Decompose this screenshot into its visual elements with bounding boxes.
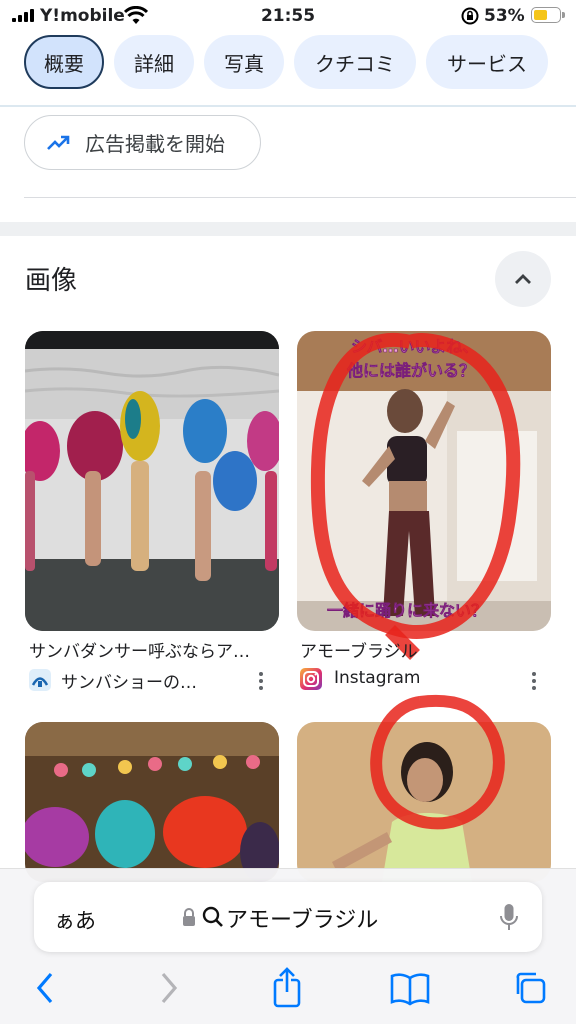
collapse-button[interactable] [495,251,551,307]
lock-icon [183,908,195,926]
rotation-lock-icon [461,7,479,25]
image-source[interactable]: Instagram [334,668,421,688]
image-caption[interactable]: サンバダンサー呼ぶならア… [29,637,271,662]
tab-details[interactable]: 詳細 [114,35,194,89]
start-advertising-label: 広告掲載を開始 [85,132,225,156]
forward-icon[interactable] [158,970,180,1006]
tab-reviews[interactable]: クチコミ [294,35,416,89]
red-annotation-circle [370,694,505,830]
more-options-icon[interactable] [259,672,263,693]
chevron-up-icon [515,274,531,284]
divider [0,105,576,107]
battery-percent: 53% [484,6,525,26]
instagram-icon [300,668,322,690]
trending-up-icon [47,135,70,150]
url-text[interactable]: アモーブラジル [226,902,378,934]
place-tabs: 概要 詳細 写真 クチコミ サービス [24,35,548,89]
tab-photos[interactable]: 写真 [204,35,284,89]
page-settings-button[interactable]: ぁあ [54,905,96,935]
tab-overview[interactable]: 概要 [24,35,104,89]
share-icon[interactable] [272,966,302,1008]
samba-dancers-photo [25,331,279,631]
microphone-icon[interactable] [499,903,519,933]
images-section-title: 画像 [25,266,78,296]
battery-icon [531,7,561,23]
red-annotation-loop [310,332,521,660]
image-thumbnail-samba-plumes[interactable] [25,722,279,882]
more-options-icon[interactable] [532,672,536,693]
tab-services[interactable]: サービス [426,35,548,89]
search-icon [202,906,223,927]
status-bar: Y!mobile 21:55 53% [0,0,576,34]
section-separator [0,222,576,236]
samba-plumes-photo [25,722,279,882]
divider [24,197,576,198]
start-advertising-button[interactable]: 広告掲載を開始 [24,115,261,170]
site-favicon-icon [29,669,51,691]
image-source[interactable]: サンバショーの… [61,668,197,693]
bookmarks-icon[interactable] [390,970,430,1006]
tabs-icon[interactable] [512,970,548,1006]
image-caption[interactable]: アモーブラジル [300,637,542,662]
back-icon[interactable] [34,970,56,1006]
image-thumbnail-samba-dancers[interactable] [25,331,279,631]
